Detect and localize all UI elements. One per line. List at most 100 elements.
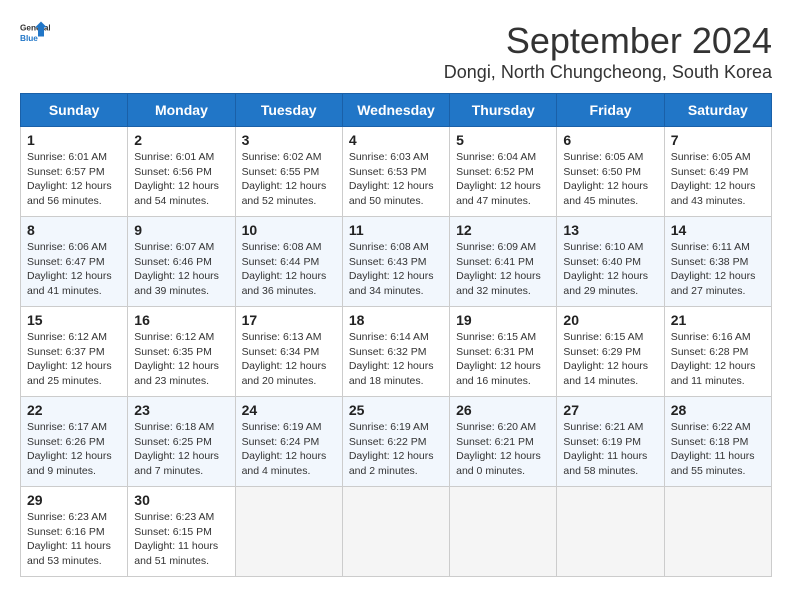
cell-info-line: and 4 minutes. <box>242 464 336 479</box>
cell-info-line: Sunset: 6:34 PM <box>242 345 336 360</box>
cell-info-line: Daylight: 12 hours <box>456 269 550 284</box>
cell-info-line: Sunset: 6:31 PM <box>456 345 550 360</box>
cell-info-line: Sunset: 6:21 PM <box>456 435 550 450</box>
calendar-cell: 23Sunrise: 6:18 AMSunset: 6:25 PMDayligh… <box>128 397 235 487</box>
cell-info-line: and 25 minutes. <box>27 374 121 389</box>
cell-info-line: Sunrise: 6:19 AM <box>242 420 336 435</box>
cell-info-line: Sunrise: 6:23 AM <box>134 510 228 525</box>
day-number: 21 <box>671 312 765 328</box>
cell-info-line: and 50 minutes. <box>349 194 443 209</box>
cell-info-line: Sunset: 6:32 PM <box>349 345 443 360</box>
cell-info-line: Sunset: 6:35 PM <box>134 345 228 360</box>
column-header-sunday: Sunday <box>21 94 128 127</box>
calendar-cell: 14Sunrise: 6:11 AMSunset: 6:38 PMDayligh… <box>664 217 771 307</box>
cell-info-line: Sunset: 6:28 PM <box>671 345 765 360</box>
column-header-monday: Monday <box>128 94 235 127</box>
day-number: 22 <box>27 402 121 418</box>
cell-info-line: Sunset: 6:53 PM <box>349 165 443 180</box>
column-header-wednesday: Wednesday <box>342 94 449 127</box>
cell-info-line: and 20 minutes. <box>242 374 336 389</box>
cell-info-line: and 52 minutes. <box>242 194 336 209</box>
cell-info-line: Sunrise: 6:14 AM <box>349 330 443 345</box>
cell-info-line: and 18 minutes. <box>349 374 443 389</box>
cell-info-line: and 36 minutes. <box>242 284 336 299</box>
calendar-cell: 8Sunrise: 6:06 AMSunset: 6:47 PMDaylight… <box>21 217 128 307</box>
cell-info-line: and 45 minutes. <box>563 194 657 209</box>
calendar-cell: 3Sunrise: 6:02 AMSunset: 6:55 PMDaylight… <box>235 127 342 217</box>
cell-info-line: Sunrise: 6:01 AM <box>134 150 228 165</box>
calendar-cell: 9Sunrise: 6:07 AMSunset: 6:46 PMDaylight… <box>128 217 235 307</box>
cell-info-line: Daylight: 11 hours <box>563 449 657 464</box>
cell-info-line: Sunset: 6:47 PM <box>27 255 121 270</box>
cell-info-line: Sunrise: 6:11 AM <box>671 240 765 255</box>
calendar-cell: 2Sunrise: 6:01 AMSunset: 6:56 PMDaylight… <box>128 127 235 217</box>
day-number: 17 <box>242 312 336 328</box>
cell-info-line: Sunrise: 6:12 AM <box>134 330 228 345</box>
day-number: 7 <box>671 132 765 148</box>
logo-icon: General Blue <box>20 20 50 50</box>
cell-info-line: Sunrise: 6:07 AM <box>134 240 228 255</box>
calendar-cell: 12Sunrise: 6:09 AMSunset: 6:41 PMDayligh… <box>450 217 557 307</box>
cell-info-line: Daylight: 11 hours <box>27 539 121 554</box>
day-number: 13 <box>563 222 657 238</box>
calendar-cell: 7Sunrise: 6:05 AMSunset: 6:49 PMDaylight… <box>664 127 771 217</box>
cell-info-line: Sunset: 6:44 PM <box>242 255 336 270</box>
cell-info-line: Daylight: 12 hours <box>671 269 765 284</box>
cell-info-line: Daylight: 12 hours <box>134 449 228 464</box>
day-number: 30 <box>134 492 228 508</box>
day-number: 1 <box>27 132 121 148</box>
calendar-cell <box>342 487 449 577</box>
cell-info-line: and 53 minutes. <box>27 554 121 569</box>
cell-info-line: Sunrise: 6:09 AM <box>456 240 550 255</box>
cell-info-line: Daylight: 12 hours <box>27 449 121 464</box>
calendar-cell: 27Sunrise: 6:21 AMSunset: 6:19 PMDayligh… <box>557 397 664 487</box>
calendar-cell: 10Sunrise: 6:08 AMSunset: 6:44 PMDayligh… <box>235 217 342 307</box>
cell-info-line: Sunrise: 6:05 AM <box>671 150 765 165</box>
cell-info-line: Sunset: 6:29 PM <box>563 345 657 360</box>
cell-info-line: and 34 minutes. <box>349 284 443 299</box>
day-number: 6 <box>563 132 657 148</box>
cell-info-line: Sunrise: 6:08 AM <box>242 240 336 255</box>
cell-info-line: Sunset: 6:40 PM <box>563 255 657 270</box>
calendar-cell: 29Sunrise: 6:23 AMSunset: 6:16 PMDayligh… <box>21 487 128 577</box>
day-number: 9 <box>134 222 228 238</box>
column-header-friday: Friday <box>557 94 664 127</box>
cell-info-line: and 11 minutes. <box>671 374 765 389</box>
cell-info-line: Sunrise: 6:08 AM <box>349 240 443 255</box>
cell-info-line: Daylight: 12 hours <box>456 179 550 194</box>
day-number: 18 <box>349 312 443 328</box>
page-header: General Blue September 2024 Dongi, North… <box>20 20 772 83</box>
cell-info-line: and 16 minutes. <box>456 374 550 389</box>
cell-info-line: Sunrise: 6:20 AM <box>456 420 550 435</box>
cell-info-line: Daylight: 12 hours <box>456 449 550 464</box>
cell-info-line: Daylight: 12 hours <box>456 359 550 374</box>
cell-info-line: Daylight: 12 hours <box>27 359 121 374</box>
cell-info-line: and 51 minutes. <box>134 554 228 569</box>
cell-info-line: Sunrise: 6:12 AM <box>27 330 121 345</box>
calendar-cell <box>450 487 557 577</box>
calendar-cell: 6Sunrise: 6:05 AMSunset: 6:50 PMDaylight… <box>557 127 664 217</box>
cell-info-line: Sunrise: 6:02 AM <box>242 150 336 165</box>
cell-info-line: Daylight: 12 hours <box>563 269 657 284</box>
day-number: 12 <box>456 222 550 238</box>
cell-info-line: Daylight: 12 hours <box>242 179 336 194</box>
cell-info-line: and 27 minutes. <box>671 284 765 299</box>
cell-info-line: and 32 minutes. <box>456 284 550 299</box>
calendar-cell: 18Sunrise: 6:14 AMSunset: 6:32 PMDayligh… <box>342 307 449 397</box>
cell-info-line: Sunrise: 6:13 AM <box>242 330 336 345</box>
calendar-cell: 20Sunrise: 6:15 AMSunset: 6:29 PMDayligh… <box>557 307 664 397</box>
cell-info-line: Sunset: 6:38 PM <box>671 255 765 270</box>
cell-info-line: and 43 minutes. <box>671 194 765 209</box>
cell-info-line: Sunset: 6:15 PM <box>134 525 228 540</box>
calendar-cell: 5Sunrise: 6:04 AMSunset: 6:52 PMDaylight… <box>450 127 557 217</box>
calendar-cell: 22Sunrise: 6:17 AMSunset: 6:26 PMDayligh… <box>21 397 128 487</box>
calendar-cell: 13Sunrise: 6:10 AMSunset: 6:40 PMDayligh… <box>557 217 664 307</box>
day-number: 28 <box>671 402 765 418</box>
cell-info-line: Sunset: 6:18 PM <box>671 435 765 450</box>
cell-info-line: Sunset: 6:25 PM <box>134 435 228 450</box>
cell-info-line: Sunset: 6:52 PM <box>456 165 550 180</box>
svg-text:General: General <box>20 24 50 33</box>
cell-info-line: Daylight: 12 hours <box>134 179 228 194</box>
cell-info-line: Sunset: 6:37 PM <box>27 345 121 360</box>
cell-info-line: Sunrise: 6:17 AM <box>27 420 121 435</box>
